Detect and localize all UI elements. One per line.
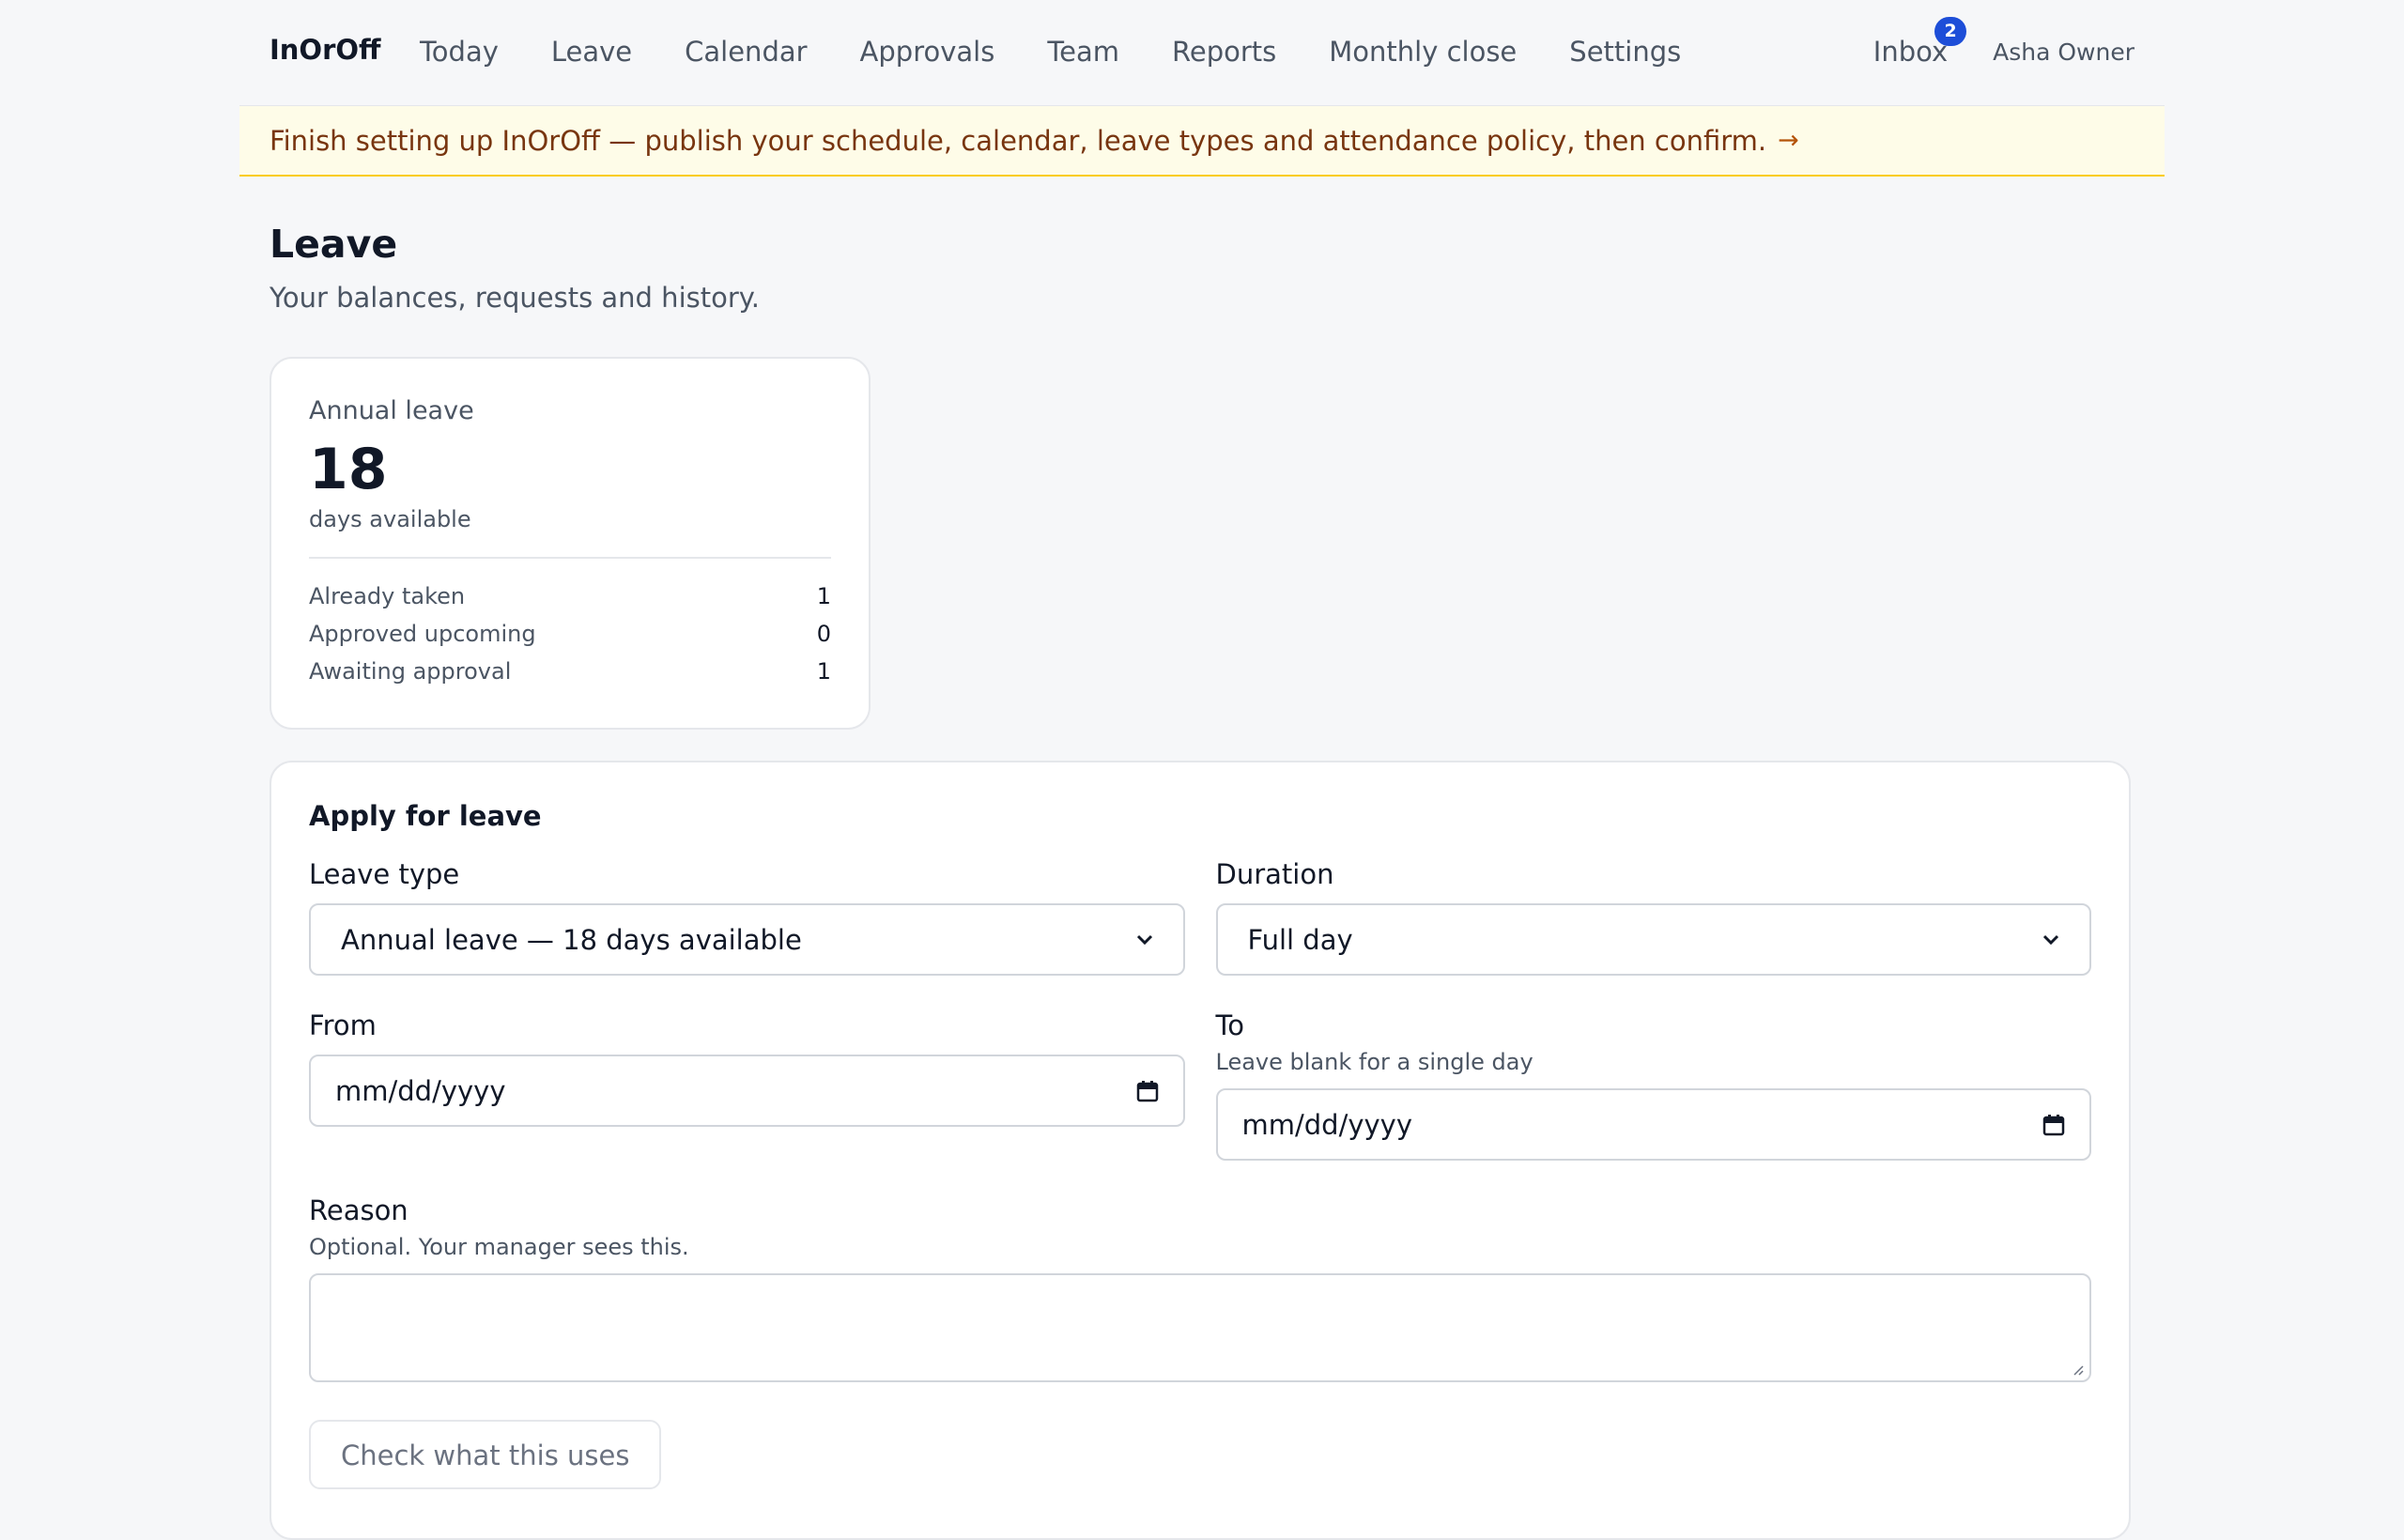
nav-reports[interactable]: Reports (1172, 36, 1276, 68)
to-date-input[interactable]: mm/dd/yyyy (1215, 1088, 2091, 1161)
reason-field: Reason Optional. Your manager sees this. (309, 1194, 2091, 1382)
stat-label: Already taken (309, 583, 466, 609)
stat-label: Awaiting approval (309, 658, 512, 685)
stat-value: 1 (816, 658, 831, 685)
nav-right: Inbox 2 Asha Owner (1872, 17, 2134, 68)
page-subtitle: Your balances, requests and history. (270, 282, 761, 314)
resize-grip-icon[interactable] (2071, 1362, 2084, 1376)
stat-row: Awaiting approval 1 (309, 653, 831, 690)
brand-logo[interactable]: InOrOff (270, 34, 381, 66)
calendar-icon[interactable] (2042, 1114, 2065, 1136)
duration-label: Duration (1215, 858, 1334, 890)
stat-value: 0 (816, 621, 831, 647)
nav-team[interactable]: Team (1047, 36, 1119, 68)
from-date-placeholder: mm/dd/yyyy (335, 1074, 506, 1107)
form-title: Apply for leave (309, 800, 542, 832)
nav-approvals[interactable]: Approvals (860, 36, 995, 68)
from-field: From mm/dd/yyyy (309, 1009, 1185, 1161)
nav-calendar[interactable]: Calendar (685, 36, 807, 68)
leave-type-select[interactable]: Annual leave — 18 days available (309, 903, 1185, 976)
balance-unit: days available (309, 506, 471, 532)
from-label: From (309, 1009, 377, 1041)
to-hint: Leave blank for a single day (1215, 1049, 1533, 1075)
apply-leave-form: Apply for leave Leave type Annual leave … (270, 761, 2131, 1540)
stat-label: Approved upcoming (309, 621, 536, 647)
duration-field: Duration Full day (1215, 858, 2091, 976)
stat-row: Already taken 1 (309, 578, 831, 615)
reason-label: Reason (309, 1194, 408, 1226)
duration-select[interactable]: Full day (1215, 903, 2091, 976)
leave-type-label: Leave type (309, 858, 460, 890)
inbox-count-badge: 2 (1934, 17, 1967, 46)
inbox-label: Inbox (1872, 36, 1949, 68)
from-date-input[interactable]: mm/dd/yyyy (309, 1055, 1185, 1127)
setup-banner-text: Finish setting up InOrOff — publish your… (270, 124, 1767, 157)
stat-value: 1 (816, 583, 831, 609)
page-title: Leave (270, 222, 398, 267)
stat-row: Approved upcoming 0 (309, 615, 831, 653)
nav-settings[interactable]: Settings (1569, 36, 1681, 68)
leave-type-field: Leave type Annual leave — 18 days availa… (309, 858, 1185, 976)
form-row: From mm/dd/yyyy To Leave blank for a sin… (309, 1009, 2091, 1161)
reason-textarea[interactable] (309, 1273, 2091, 1382)
inbox-link[interactable]: Inbox 2 (1872, 17, 1967, 68)
balance-type-name: Annual leave (309, 396, 474, 425)
chevron-down-icon (1136, 934, 1153, 946)
arrow-right-icon: → (1778, 126, 1799, 155)
duration-value: Full day (1247, 923, 1353, 956)
to-field: To Leave blank for a single day mm/dd/yy… (1215, 1009, 2091, 1161)
setup-banner[interactable]: Finish setting up InOrOff — publish your… (239, 106, 2165, 177)
app-shell: InOrOff Today Leave Calendar Approvals T… (239, 0, 2165, 1540)
to-label: To (1215, 1009, 1245, 1041)
chevron-down-icon (2042, 934, 2059, 946)
check-usage-button[interactable]: Check what this uses (309, 1420, 662, 1489)
balance-card: Annual leave 18 days available Already t… (270, 357, 871, 730)
form-row: Leave type Annual leave — 18 days availa… (309, 858, 2091, 976)
top-nav: InOrOff Today Leave Calendar Approvals T… (239, 0, 2165, 106)
reason-hint: Optional. Your manager sees this. (309, 1234, 689, 1260)
leave-type-value: Annual leave — 18 days available (341, 923, 802, 956)
nav-monthly-close[interactable]: Monthly close (1329, 36, 1517, 68)
nav-leave[interactable]: Leave (551, 36, 632, 68)
to-date-placeholder: mm/dd/yyyy (1241, 1108, 1413, 1141)
nav-links: Today Leave Calendar Approvals Team Repo… (420, 36, 1734, 68)
user-menu[interactable]: Asha Owner (1993, 38, 2134, 66)
divider (309, 557, 831, 559)
calendar-icon[interactable] (1136, 1080, 1159, 1102)
balance-available-count: 18 (309, 437, 388, 502)
nav-today[interactable]: Today (420, 36, 499, 68)
